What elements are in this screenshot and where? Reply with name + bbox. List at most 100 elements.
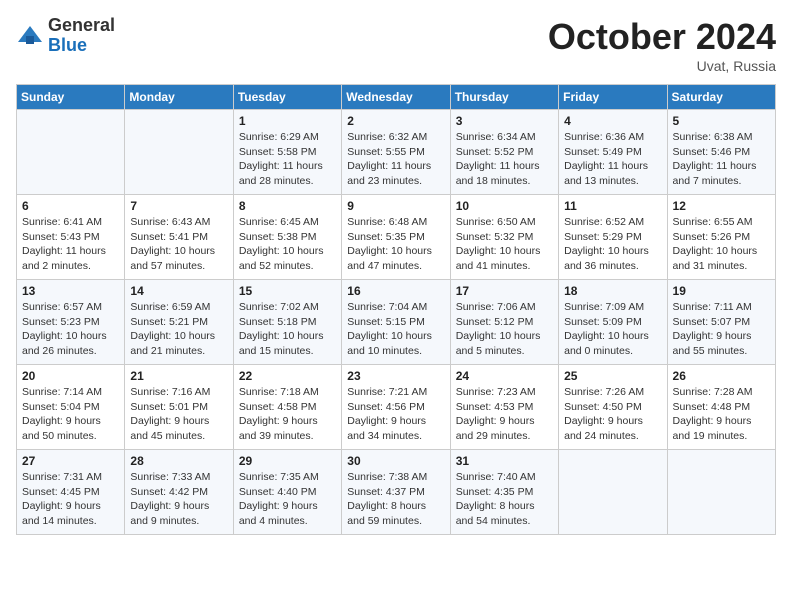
day-number: 15 — [239, 284, 336, 298]
day-detail: Sunrise: 7:09 AMSunset: 5:09 PMDaylight:… — [564, 300, 661, 359]
calendar-day-cell: 5 Sunrise: 6:38 AMSunset: 5:46 PMDaylight… — [667, 110, 775, 195]
day-detail: Sunrise: 7:14 AMSunset: 5:04 PMDaylight:… — [22, 385, 119, 444]
calendar-day-cell: 11 Sunrise: 6:52 AMSunset: 5:29 PMDayligh… — [559, 195, 667, 280]
calendar-day-cell: 17 Sunrise: 7:06 AMSunset: 5:12 PMDayligh… — [450, 280, 558, 365]
day-detail: Sunrise: 7:21 AMSunset: 4:56 PMDaylight:… — [347, 385, 444, 444]
day-detail: Sunrise: 7:18 AMSunset: 4:58 PMDaylight:… — [239, 385, 336, 444]
day-detail: Sunrise: 6:38 AMSunset: 5:46 PMDaylight:… — [673, 130, 770, 189]
day-detail: Sunrise: 6:48 AMSunset: 5:35 PMDaylight:… — [347, 215, 444, 274]
day-number: 22 — [239, 369, 336, 383]
calendar-day-cell — [17, 110, 125, 195]
day-number: 17 — [456, 284, 553, 298]
calendar-table: SundayMondayTuesdayWednesdayThursdayFrid… — [16, 84, 776, 535]
day-number: 12 — [673, 199, 770, 213]
calendar-day-cell: 4 Sunrise: 6:36 AMSunset: 5:49 PMDaylight… — [559, 110, 667, 195]
calendar-header-row: SundayMondayTuesdayWednesdayThursdayFrid… — [17, 85, 776, 110]
day-of-week-header: Thursday — [450, 85, 558, 110]
location-subtitle: Uvat, Russia — [548, 58, 776, 74]
calendar-day-cell: 8 Sunrise: 6:45 AMSunset: 5:38 PMDaylight… — [233, 195, 341, 280]
day-number: 5 — [673, 114, 770, 128]
calendar-day-cell: 31 Sunrise: 7:40 AMSunset: 4:35 PMDayligh… — [450, 450, 558, 535]
day-detail: Sunrise: 7:02 AMSunset: 5:18 PMDaylight:… — [239, 300, 336, 359]
day-detail: Sunrise: 6:52 AMSunset: 5:29 PMDaylight:… — [564, 215, 661, 274]
day-number: 19 — [673, 284, 770, 298]
day-number: 6 — [22, 199, 119, 213]
day-detail: Sunrise: 6:43 AMSunset: 5:41 PMDaylight:… — [130, 215, 227, 274]
calendar-week-row: 13Sunrise: 6:57 AMSunset: 5:23 PMDayligh… — [17, 280, 776, 365]
calendar-day-cell — [125, 110, 233, 195]
page-header: General Blue October 2024 Uvat, Russia — [16, 16, 776, 74]
day-number: 2 — [347, 114, 444, 128]
day-detail: Sunrise: 7:40 AMSunset: 4:35 PMDaylight:… — [456, 470, 553, 529]
calendar-day-cell: 19 Sunrise: 7:11 AMSunset: 5:07 PMDayligh… — [667, 280, 775, 365]
day-detail: Sunrise: 7:23 AMSunset: 4:53 PMDaylight:… — [456, 385, 553, 444]
calendar-day-cell: 27Sunrise: 7:31 AMSunset: 4:45 PMDayligh… — [17, 450, 125, 535]
day-number: 1 — [239, 114, 336, 128]
calendar-day-cell: 26 Sunrise: 7:28 AMSunset: 4:48 PMDayligh… — [667, 365, 775, 450]
day-number: 3 — [456, 114, 553, 128]
calendar-day-cell: 29 Sunrise: 7:35 AMSunset: 4:40 PMDayligh… — [233, 450, 341, 535]
calendar-day-cell: 28Sunrise: 7:33 AMSunset: 4:42 PMDayligh… — [125, 450, 233, 535]
calendar-day-cell: 22 Sunrise: 7:18 AMSunset: 4:58 PMDayligh… — [233, 365, 341, 450]
calendar-day-cell: 14 Sunrise: 6:59 AMSunset: 5:21 PMDayligh… — [125, 280, 233, 365]
day-detail: Sunrise: 7:38 AMSunset: 4:37 PMDaylight:… — [347, 470, 444, 529]
day-number: 8 — [239, 199, 336, 213]
day-detail: Sunrise: 6:55 AMSunset: 5:26 PMDaylight:… — [673, 215, 770, 274]
day-detail: Sunrise: 7:11 AMSunset: 5:07 PMDaylight:… — [673, 300, 770, 359]
calendar-day-cell: 20 Sunrise: 7:14 AMSunset: 5:04 PMDayligh… — [17, 365, 125, 450]
day-of-week-header: Saturday — [667, 85, 775, 110]
day-detail: Sunrise: 6:29 AMSunset: 5:58 PMDaylight:… — [239, 130, 336, 189]
day-number: 29 — [239, 454, 336, 468]
logo-general-text: General — [48, 15, 115, 35]
calendar-day-cell: 10Sunrise: 6:50 AMSunset: 5:32 PMDayligh… — [450, 195, 558, 280]
day-number: 21 — [130, 369, 227, 383]
day-number: 10 — [456, 199, 553, 213]
logo-icon — [16, 22, 44, 50]
calendar-day-cell: 24 Sunrise: 7:23 AMSunset: 4:53 PMDayligh… — [450, 365, 558, 450]
day-of-week-header: Friday — [559, 85, 667, 110]
calendar-day-cell: 6Sunrise: 6:41 AMSunset: 5:43 PMDaylight… — [17, 195, 125, 280]
calendar-week-row: 6Sunrise: 6:41 AMSunset: 5:43 PMDaylight… — [17, 195, 776, 280]
day-number: 11 — [564, 199, 661, 213]
calendar-day-cell: 15 Sunrise: 7:02 AMSunset: 5:18 PMDayligh… — [233, 280, 341, 365]
day-number: 26 — [673, 369, 770, 383]
day-detail: Sunrise: 6:32 AMSunset: 5:55 PMDaylight:… — [347, 130, 444, 189]
day-detail: Sunrise: 7:35 AMSunset: 4:40 PMDaylight:… — [239, 470, 336, 529]
calendar-day-cell: 1 Sunrise: 6:29 AMSunset: 5:58 PMDaylight… — [233, 110, 341, 195]
calendar-day-cell: 2 Sunrise: 6:32 AMSunset: 5:55 PMDaylight… — [342, 110, 450, 195]
day-detail: Sunrise: 7:28 AMSunset: 4:48 PMDaylight:… — [673, 385, 770, 444]
day-of-week-header: Wednesday — [342, 85, 450, 110]
logo: General Blue — [16, 16, 115, 56]
day-number: 14 — [130, 284, 227, 298]
day-of-week-header: Monday — [125, 85, 233, 110]
day-number: 9 — [347, 199, 444, 213]
calendar-week-row: 20 Sunrise: 7:14 AMSunset: 5:04 PMDayligh… — [17, 365, 776, 450]
calendar-day-cell: 25Sunrise: 7:26 AMSunset: 4:50 PMDayligh… — [559, 365, 667, 450]
day-number: 31 — [456, 454, 553, 468]
calendar-day-cell: 7Sunrise: 6:43 AMSunset: 5:41 PMDaylight… — [125, 195, 233, 280]
calendar-week-row: 1 Sunrise: 6:29 AMSunset: 5:58 PMDaylight… — [17, 110, 776, 195]
day-detail: Sunrise: 7:33 AMSunset: 4:42 PMDaylight:… — [130, 470, 227, 529]
calendar-day-cell: 21 Sunrise: 7:16 AMSunset: 5:01 PMDayligh… — [125, 365, 233, 450]
day-number: 20 — [22, 369, 119, 383]
day-detail: Sunrise: 6:36 AMSunset: 5:49 PMDaylight:… — [564, 130, 661, 189]
day-detail: Sunrise: 7:31 AMSunset: 4:45 PMDaylight:… — [22, 470, 119, 529]
day-number: 30 — [347, 454, 444, 468]
day-detail: Sunrise: 6:59 AMSunset: 5:21 PMDaylight:… — [130, 300, 227, 359]
day-detail: Sunrise: 7:06 AMSunset: 5:12 PMDaylight:… — [456, 300, 553, 359]
calendar-day-cell — [667, 450, 775, 535]
day-number: 24 — [456, 369, 553, 383]
day-number: 13 — [22, 284, 119, 298]
day-number: 4 — [564, 114, 661, 128]
day-detail: Sunrise: 6:45 AMSunset: 5:38 PMDaylight:… — [239, 215, 336, 274]
calendar-day-cell: 23Sunrise: 7:21 AMSunset: 4:56 PMDayligh… — [342, 365, 450, 450]
calendar-day-cell — [559, 450, 667, 535]
day-detail: Sunrise: 7:16 AMSunset: 5:01 PMDaylight:… — [130, 385, 227, 444]
calendar-day-cell: 13Sunrise: 6:57 AMSunset: 5:23 PMDayligh… — [17, 280, 125, 365]
calendar-day-cell: 12 Sunrise: 6:55 AMSunset: 5:26 PMDayligh… — [667, 195, 775, 280]
day-number: 18 — [564, 284, 661, 298]
day-number: 25 — [564, 369, 661, 383]
calendar-day-cell: 30 Sunrise: 7:38 AMSunset: 4:37 PMDayligh… — [342, 450, 450, 535]
calendar-day-cell: 16Sunrise: 7:04 AMSunset: 5:15 PMDayligh… — [342, 280, 450, 365]
title-block: October 2024 Uvat, Russia — [548, 16, 776, 74]
